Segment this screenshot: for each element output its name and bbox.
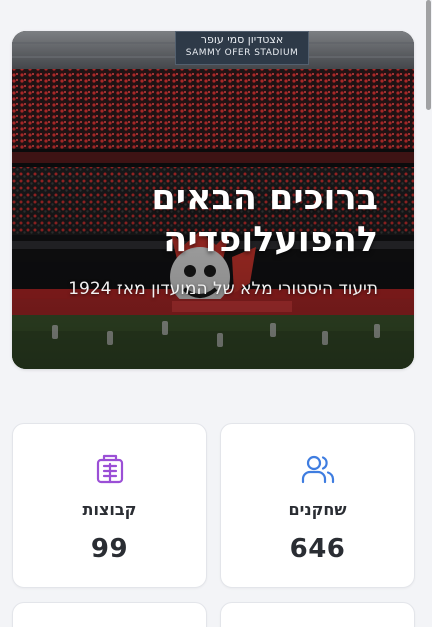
stadium-sign: אצטדיון סמי עופר SAMMY OFER STADIUM bbox=[175, 31, 309, 65]
stat-label-players: שחקנים bbox=[288, 500, 347, 519]
stat-card-players[interactable]: שחקנים 646 bbox=[220, 423, 415, 588]
stat-card-partial-left[interactable] bbox=[12, 602, 207, 627]
scrollbar[interactable] bbox=[426, 0, 431, 110]
hero-title: ברוכים הבאים להפועלופדיה bbox=[151, 178, 378, 260]
hero-banner: אצטדיון סמי עופר SAMMY OFER STADIUM ברוכ… bbox=[12, 31, 414, 369]
page: אצטדיון סמי עופר SAMMY OFER STADIUM ברוכ… bbox=[0, 0, 432, 627]
stadium-sign-hebrew: אצטדיון סמי עופר bbox=[200, 33, 284, 46]
hero-subtitle: תיעוד היסטורי מלא של המועדון מאז 1924 bbox=[68, 279, 378, 299]
stat-label-teams: קבוצות bbox=[82, 500, 137, 519]
stat-value-teams: 99 bbox=[90, 534, 129, 564]
stat-card-partial-right[interactable] bbox=[220, 602, 415, 627]
stat-card-teams[interactable]: קבוצות 99 bbox=[12, 423, 207, 588]
building-icon bbox=[96, 454, 123, 484]
stadium-sign-english: SAMMY OFER STADIUM bbox=[185, 48, 299, 58]
stat-value-players: 646 bbox=[289, 534, 346, 564]
users-icon bbox=[301, 455, 334, 484]
